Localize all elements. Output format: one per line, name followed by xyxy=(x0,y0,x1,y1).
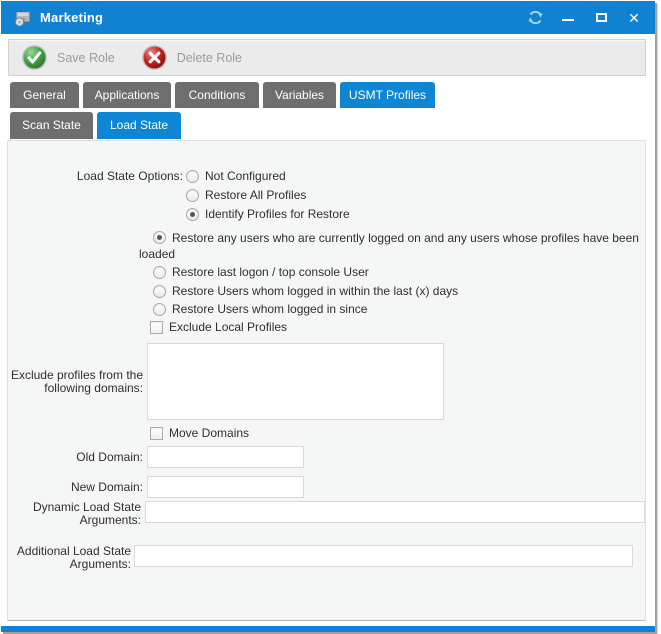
exclude-domains-label: Exclude profiles from the following doma… xyxy=(10,369,143,395)
minimize-button[interactable] xyxy=(557,5,579,31)
load-state-panel: Load State Options: Not Configured Resto… xyxy=(7,140,646,621)
tab-general[interactable]: General xyxy=(10,82,79,108)
save-role-label: Save Role xyxy=(57,51,115,65)
move-domains-checkbox-row[interactable]: Move Domains xyxy=(150,426,249,440)
radio-restore-logged-on-users[interactable]: Restore any users who are currently logg… xyxy=(139,231,655,262)
checkbox-icon[interactable] xyxy=(150,321,163,334)
dynamic-args-label: Dynamic Load State Arguments: xyxy=(10,501,141,527)
dynamic-args-label-line2: Arguments: xyxy=(10,514,141,527)
additional-load-state-arguments-input[interactable] xyxy=(134,545,633,567)
window-title: Marketing xyxy=(40,10,103,25)
radio-label: Restore Users whom logged in since xyxy=(172,302,367,316)
exclude-local-profiles-checkbox-row[interactable]: Exclude Local Profiles xyxy=(150,320,287,334)
load-state-options-label: Load State Options: xyxy=(60,170,183,183)
radio-icon[interactable] xyxy=(153,303,166,316)
checkbox-label: Move Domains xyxy=(169,426,249,440)
close-button[interactable]: ✕ xyxy=(623,5,645,31)
exclude-domains-label-line2: following domains: xyxy=(10,382,143,395)
save-check-icon xyxy=(21,44,48,71)
usmt-sub-tab-bar: Scan State Load State xyxy=(10,112,181,139)
new-domain-input[interactable] xyxy=(147,476,304,498)
maximize-button[interactable] xyxy=(590,5,612,31)
toolbar: Save Role Delete Role xyxy=(8,39,646,76)
delete-role-button[interactable]: Delete Role xyxy=(141,44,242,71)
delete-x-icon xyxy=(141,44,168,71)
radio-label: Restore last logon / top console User xyxy=(172,265,369,279)
main-tab-bar: General Applications Conditions Variable… xyxy=(10,82,435,108)
new-domain-label: New Domain: xyxy=(10,476,143,498)
refresh-button[interactable] xyxy=(524,5,546,31)
radio-not-configured[interactable]: Not Configured xyxy=(186,169,286,183)
radio-restore-last-logon[interactable]: Restore last logon / top console User xyxy=(153,265,369,279)
tab-scan-state[interactable]: Scan State xyxy=(10,112,93,139)
exclude-domains-textarea[interactable] xyxy=(147,343,444,420)
dynamic-load-state-arguments-input[interactable] xyxy=(145,501,645,523)
save-role-button[interactable]: Save Role xyxy=(21,44,115,71)
radio-restore-last-x-days[interactable]: Restore Users whom logged in within the … xyxy=(153,284,458,298)
radio-icon[interactable] xyxy=(186,170,199,183)
radio-icon-selected[interactable] xyxy=(153,231,166,244)
radio-icon[interactable] xyxy=(186,189,199,202)
screen: { "window": { "title": "Marketing", "col… xyxy=(0,0,661,634)
tab-usmt-profiles[interactable]: USMT Profiles xyxy=(340,82,435,108)
radio-label: Not Configured xyxy=(205,169,286,183)
radio-restore-all-profiles[interactable]: Restore All Profiles xyxy=(186,188,306,202)
radio-restore-logged-in-since[interactable]: Restore Users whom logged in since xyxy=(153,302,367,316)
window-controls: ✕ xyxy=(513,1,645,34)
delete-role-label: Delete Role xyxy=(177,51,242,65)
refresh-icon xyxy=(527,9,544,26)
tab-conditions[interactable]: Conditions xyxy=(175,82,259,108)
radio-icon-selected[interactable] xyxy=(186,208,199,221)
radio-label-line2: loaded xyxy=(139,247,655,262)
radio-identify-profiles[interactable]: Identify Profiles for Restore xyxy=(186,207,350,221)
radio-label: Restore All Profiles xyxy=(205,188,306,202)
old-domain-input[interactable] xyxy=(147,446,304,468)
radio-label: Identify Profiles for Restore xyxy=(205,207,350,221)
close-icon: ✕ xyxy=(628,11,640,25)
titlebar[interactable]: Marketing ✕ xyxy=(1,1,655,34)
tab-applications[interactable]: Applications xyxy=(83,82,171,108)
tab-load-state[interactable]: Load State xyxy=(97,112,181,139)
radio-label: Restore Users whom logged in within the … xyxy=(172,284,458,298)
radio-icon[interactable] xyxy=(153,266,166,279)
minimize-icon xyxy=(562,19,574,21)
checkbox-icon[interactable] xyxy=(150,427,163,440)
additional-args-label-line2: Arguments: xyxy=(10,558,131,571)
tab-variables[interactable]: Variables xyxy=(263,82,336,108)
maximize-icon xyxy=(596,13,607,22)
app-icon xyxy=(13,9,33,27)
radio-icon[interactable] xyxy=(153,285,166,298)
checkbox-label: Exclude Local Profiles xyxy=(169,320,287,334)
marketing-role-window: Marketing ✕ xyxy=(1,1,655,632)
radio-label-line1: Restore any users who are currently logg… xyxy=(172,231,639,245)
additional-args-label: Additional Load State Arguments: xyxy=(10,545,131,571)
old-domain-label: Old Domain: xyxy=(10,446,143,468)
